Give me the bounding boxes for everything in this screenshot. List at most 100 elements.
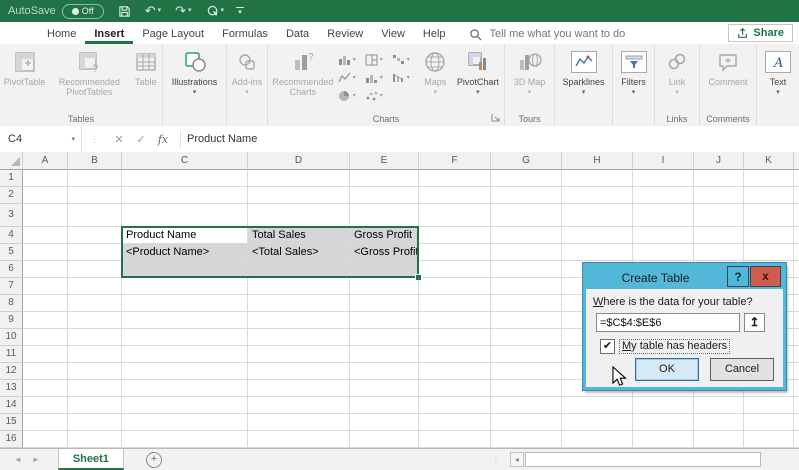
- column-header-B[interactable]: B: [68, 152, 122, 170]
- headers-checkbox-label[interactable]: My table has headers: [619, 339, 730, 354]
- row-header-10[interactable]: 10: [0, 329, 23, 346]
- undo-button[interactable]: ↶▾: [145, 0, 161, 22]
- row-header-2[interactable]: 2: [0, 187, 23, 204]
- tab-review[interactable]: Review: [318, 25, 372, 44]
- tab-data[interactable]: Data: [277, 25, 318, 44]
- tab-home[interactable]: Home: [38, 25, 85, 44]
- column-header-E[interactable]: E: [350, 152, 419, 170]
- row-header-9[interactable]: 9: [0, 312, 23, 329]
- insert-function-button[interactable]: fx: [152, 133, 174, 146]
- new-sheet-button[interactable]: +: [146, 452, 162, 468]
- threed-map-button[interactable]: 3D Map ▾: [507, 47, 553, 98]
- comment-button[interactable]: Comment: [701, 47, 755, 87]
- touch-mode-dropdown-icon[interactable]: ▾: [221, 0, 225, 22]
- table-button[interactable]: Table: [130, 47, 162, 87]
- formula-bar-splitter[interactable]: ⋮: [90, 134, 100, 145]
- recommended-pivottables-button[interactable]: ? Recommended PivotTables: [51, 47, 128, 97]
- hscroll-left-arrow[interactable]: ◂: [510, 452, 524, 467]
- column-header-J[interactable]: J: [694, 152, 744, 170]
- row-header-5[interactable]: 5: [0, 244, 23, 261]
- row-header-7[interactable]: 7: [0, 278, 23, 295]
- sheet-nav-right-icon[interactable]: ►: [32, 455, 40, 464]
- undo-dropdown-icon[interactable]: ▾: [158, 0, 162, 22]
- tables-group-label: Tables: [0, 114, 162, 124]
- link-button[interactable]: Link ▾: [656, 47, 698, 98]
- tab-formulas[interactable]: Formulas: [213, 25, 277, 44]
- illustrations-button[interactable]: Illustrations ▾: [164, 47, 226, 98]
- pivottable-button[interactable]: PivotTable: [0, 47, 49, 87]
- tab-help[interactable]: Help: [414, 25, 455, 44]
- tab-view[interactable]: View: [372, 25, 414, 44]
- tab-scroll-splitter[interactable]: ⋮: [492, 458, 500, 462]
- row-header-16[interactable]: 16: [0, 431, 23, 448]
- pivotchart-button[interactable]: PivotChart ▾: [452, 47, 504, 98]
- row-header-1[interactable]: 1: [0, 170, 23, 187]
- addins-button[interactable]: Add-ins ▾: [228, 47, 266, 98]
- column-header-F[interactable]: F: [419, 152, 491, 170]
- text-button[interactable]: A Text ▾: [758, 47, 798, 98]
- tellme-search-input[interactable]: [488, 27, 662, 41]
- customize-quick-access-toolbar-button[interactable]: ▾: [236, 7, 244, 15]
- sparklines-button[interactable]: Sparklines ▾: [556, 47, 612, 98]
- stock-chart-button[interactable]: ▾: [392, 69, 419, 86]
- pie-chart-button[interactable]: ▾: [338, 87, 365, 104]
- row-header-14[interactable]: 14: [0, 397, 23, 414]
- waterfall-chart-button[interactable]: ▾: [392, 51, 419, 68]
- touch-mouse-mode-button[interactable]: ▾: [206, 0, 225, 22]
- row-header-12[interactable]: 12: [0, 363, 23, 380]
- filters-button[interactable]: Filters ▾: [614, 47, 654, 98]
- headers-checkbox[interactable]: ✔: [600, 339, 615, 354]
- select-all-corner[interactable]: [0, 152, 23, 170]
- column-header-I[interactable]: I: [633, 152, 694, 170]
- name-box[interactable]: C4 ▾: [0, 126, 82, 152]
- link-label: Link: [669, 77, 686, 87]
- row-header-11[interactable]: 11: [0, 346, 23, 363]
- maps-button[interactable]: Maps ▾: [419, 47, 452, 98]
- maps-icon: [423, 50, 447, 74]
- histogram-chart-button[interactable]: ▾: [365, 69, 392, 86]
- treemap-chart-button[interactable]: ▾: [365, 51, 392, 68]
- column-chart-button[interactable]: ▾: [338, 51, 365, 68]
- column-header-C[interactable]: C: [122, 152, 248, 170]
- row-header-8[interactable]: 8: [0, 295, 23, 312]
- tab-insert[interactable]: Insert: [85, 25, 133, 44]
- gridline-horizontal: [23, 203, 799, 204]
- row-header-3[interactable]: 3: [0, 204, 23, 227]
- range-picker-button[interactable]: ↥: [744, 313, 765, 332]
- table-range-input[interactable]: [596, 313, 740, 332]
- save-button[interactable]: [118, 5, 131, 18]
- hscroll-thumb[interactable]: [525, 452, 761, 467]
- name-box-dropdown-icon[interactable]: ▾: [71, 135, 75, 143]
- ok-button[interactable]: OK: [635, 358, 699, 381]
- column-header-A[interactable]: A: [23, 152, 68, 170]
- column-header-D[interactable]: D: [248, 152, 350, 170]
- row-header-13[interactable]: 13: [0, 380, 23, 397]
- filters-label: Filters: [621, 77, 646, 87]
- comment-label: Comment: [708, 77, 747, 87]
- text-label: Text: [770, 77, 787, 87]
- redo-dropdown-icon[interactable]: ▾: [188, 0, 192, 22]
- dialog-help-button[interactable]: ?: [727, 266, 749, 287]
- row-header-15[interactable]: 15: [0, 414, 23, 431]
- scatter-chart-button[interactable]: ▾: [365, 87, 392, 104]
- share-button[interactable]: Share: [728, 24, 793, 42]
- fill-handle[interactable]: [415, 274, 422, 281]
- formula-bar-content[interactable]: Product Name: [187, 133, 257, 145]
- column-header-H[interactable]: H: [562, 152, 633, 170]
- row-header-6[interactable]: 6: [0, 261, 23, 278]
- column-header-partial[interactable]: [794, 152, 799, 170]
- line-chart-button[interactable]: ▾: [338, 69, 365, 86]
- row-header-4[interactable]: 4: [0, 227, 23, 244]
- tab-page-layout[interactable]: Page Layout: [133, 25, 213, 44]
- cancel-entry-button[interactable]: ✕: [108, 133, 130, 146]
- redo-button[interactable]: ↷▾: [175, 0, 191, 22]
- enter-entry-button[interactable]: ✓: [130, 133, 152, 146]
- autosave-toggle[interactable]: Off: [62, 4, 104, 19]
- column-header-G[interactable]: G: [491, 152, 562, 170]
- dialog-close-button[interactable]: x: [750, 266, 781, 287]
- cancel-button[interactable]: Cancel: [710, 358, 774, 381]
- recommended-charts-button[interactable]: ? Recommended Charts: [268, 47, 338, 97]
- column-header-K[interactable]: K: [744, 152, 794, 170]
- sheet-tab-sheet1[interactable]: Sheet1: [58, 449, 124, 470]
- sheet-nav-left-icon[interactable]: ◄: [14, 455, 22, 464]
